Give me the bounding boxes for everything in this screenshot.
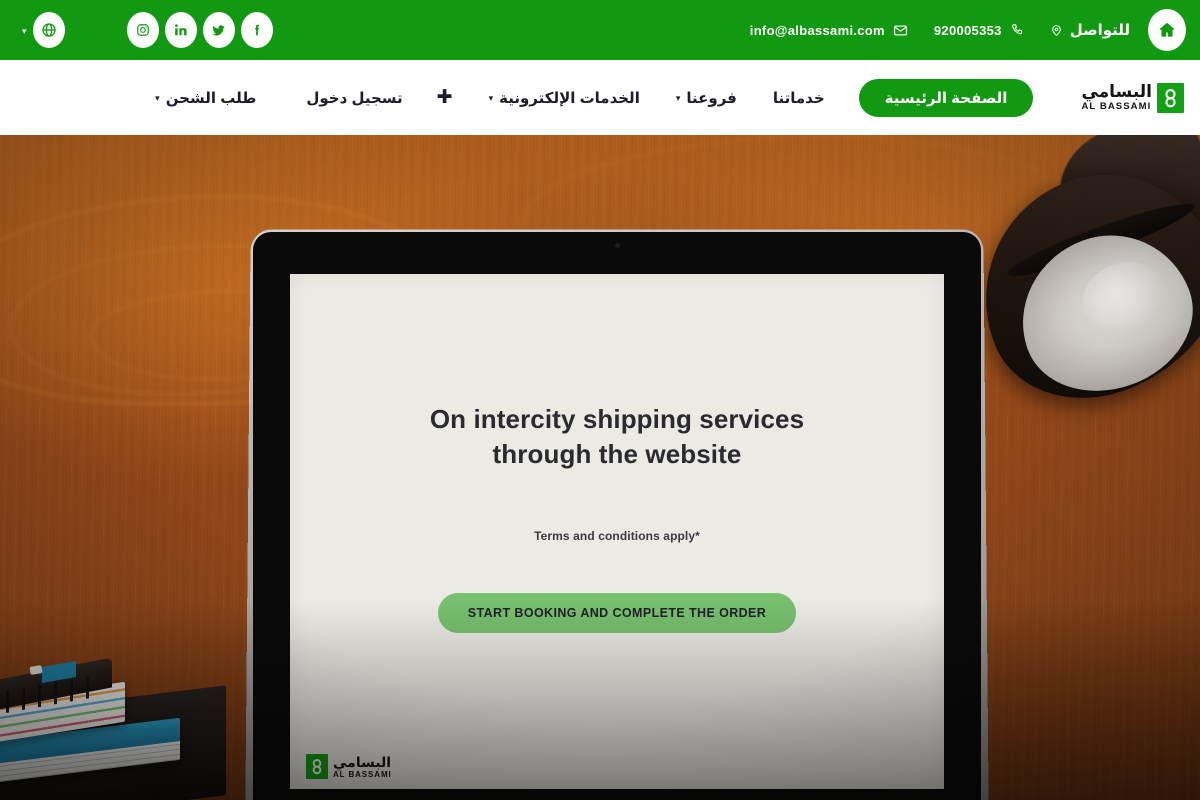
twitter-icon (211, 23, 226, 38)
promo-headline-line2: through the website (492, 438, 742, 469)
social-link-linkedin[interactable] (164, 12, 197, 48)
chevron-down-icon: ▾ (488, 93, 494, 103)
social-link-twitter[interactable] (202, 12, 235, 48)
nav-item-branches-label: فروعنا (686, 89, 737, 107)
phone-icon (1010, 23, 1024, 37)
linkedin-icon (174, 23, 188, 37)
envelope-icon (893, 23, 908, 38)
nav-item-eservices-label: الخدمات الإلكترونية (499, 89, 640, 107)
instagram-icon (136, 23, 150, 37)
nav-item-eservices[interactable]: الخدمات الإلكترونية ▾ (489, 89, 640, 107)
social-links (126, 12, 273, 48)
chevron-down-icon[interactable]: ▾ (22, 26, 27, 36)
logo-mark-icon (1157, 82, 1184, 113)
language-selector-button[interactable] (32, 12, 65, 48)
webcam-icon (614, 243, 620, 248)
logo-arabic: البسامي (1081, 82, 1152, 102)
nav-item-services-label: خدماتنا (772, 89, 825, 107)
home-icon (1158, 21, 1176, 39)
map-pin-icon (1050, 24, 1063, 37)
nav-item-login-label: تسجيل دخول (306, 89, 403, 107)
desk-shadow (0, 600, 1200, 800)
nav-item-home[interactable]: الصفحة الرئيسية (858, 78, 1034, 117)
logo-english: AL BASSAMI (1081, 101, 1152, 113)
home-button[interactable] (1148, 9, 1186, 51)
social-link-facebook[interactable] (240, 12, 273, 48)
phone-text: 920005353 (933, 22, 1002, 38)
email-text: info@albassami.com (749, 22, 885, 38)
logo-text: البسامي AL BASSAMI (1081, 83, 1152, 112)
topbar-left-group: ▾ (0, 12, 273, 48)
nav-item-shipping-request[interactable]: طلب الشحن ▾ (155, 89, 256, 107)
hero-banner: On intercity shipping services through t… (0, 135, 1200, 800)
globe-icon (41, 22, 57, 38)
main-navigation-bar: البسامي AL BASSAMI الصفحة الرئيسية خدمات… (0, 60, 1200, 135)
chevron-down-icon: ▾ (155, 93, 160, 103)
site-logo[interactable]: البسامي AL BASSAMI (1081, 82, 1200, 113)
nav-item-more-plus[interactable]: ✚ (437, 86, 453, 109)
facebook-icon (250, 23, 264, 37)
chevron-down-icon: ▾ (675, 93, 681, 103)
nav-item-branches[interactable]: فروعنا ▾ (676, 89, 737, 107)
nav-item-services[interactable]: خدماتنا (773, 89, 825, 107)
contact-label: للتواصل (1069, 22, 1130, 39)
social-link-instagram[interactable] (126, 12, 159, 48)
contact-location-link[interactable]: للتواصل (1050, 21, 1130, 39)
topbar-contact-group: info@albassami.com 920005353 للتواصل (724, 9, 1200, 51)
phone-link[interactable]: 920005353 (934, 23, 1024, 38)
email-link[interactable]: info@albassami.com (750, 23, 908, 38)
nav-item-shipping-request-label: طلب الشحن (165, 89, 257, 107)
promo-headline-line1: On intercity shipping services (429, 404, 805, 434)
top-utility-bar: ▾ info@albassami.com 920005353 للتواصل (0, 0, 1200, 60)
nav-items: الصفحة الرئيسية خدماتنا فروعنا ▾ الخدمات… (0, 78, 1034, 117)
promo-terms-note: Terms and conditions apply* (534, 529, 700, 544)
nav-item-login[interactable]: تسجيل دخول (306, 89, 402, 107)
promo-headline: On intercity shipping services through t… (430, 402, 804, 471)
